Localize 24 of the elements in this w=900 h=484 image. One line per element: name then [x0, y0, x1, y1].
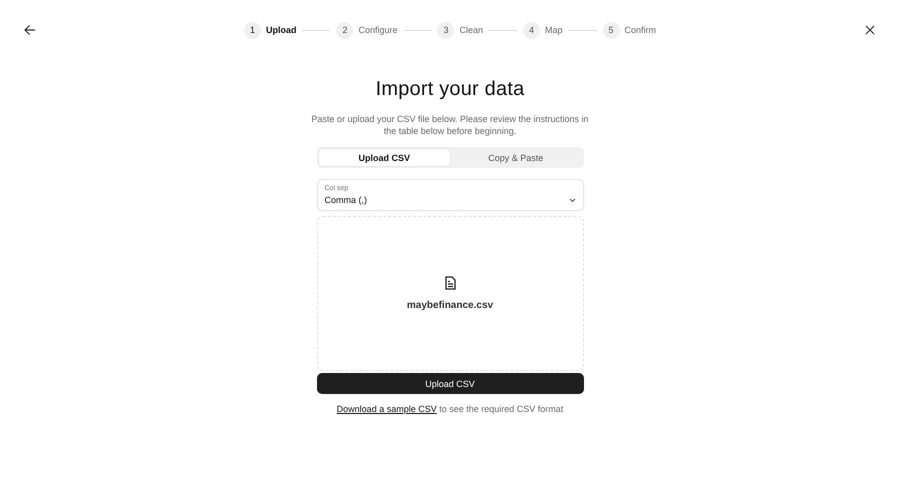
step-number: 4 — [523, 22, 540, 38]
chevron-down-icon — [568, 198, 576, 202]
step-number: 5 — [602, 22, 620, 38]
download-sample-link[interactable]: Download a sample CSV — [336, 404, 437, 414]
upload-button[interactable]: Upload CSV — [316, 373, 584, 394]
file-name: maybefinance.csv — [406, 300, 494, 311]
page-title: Import your data — [374, 78, 526, 101]
select-value: Comma (,) — [324, 195, 367, 205]
step-label: Configure — [358, 25, 398, 35]
step-number: 1 — [244, 22, 261, 38]
step-label: Confirm — [624, 25, 656, 35]
back-icon — [24, 24, 36, 36]
tab[interactable]: Copy & Paste — [450, 149, 582, 166]
step-label: Map — [545, 25, 563, 35]
step-number: 2 — [336, 22, 354, 38]
step-label: Clean — [459, 25, 483, 35]
file-drop-zone[interactable]: maybefinance.csv — [316, 216, 584, 371]
step-label: Upload — [266, 25, 296, 35]
description-text: Paste or upload your CSV file below. Please review the instructions in the table below before beginning. — [310, 113, 590, 137]
step-number: 3 — [437, 22, 454, 38]
close-icon — [864, 25, 875, 35]
file-icon — [444, 276, 456, 290]
tab[interactable]: Upload CSV — [318, 149, 450, 166]
footer-text: to see the required CSV format — [439, 404, 564, 414]
